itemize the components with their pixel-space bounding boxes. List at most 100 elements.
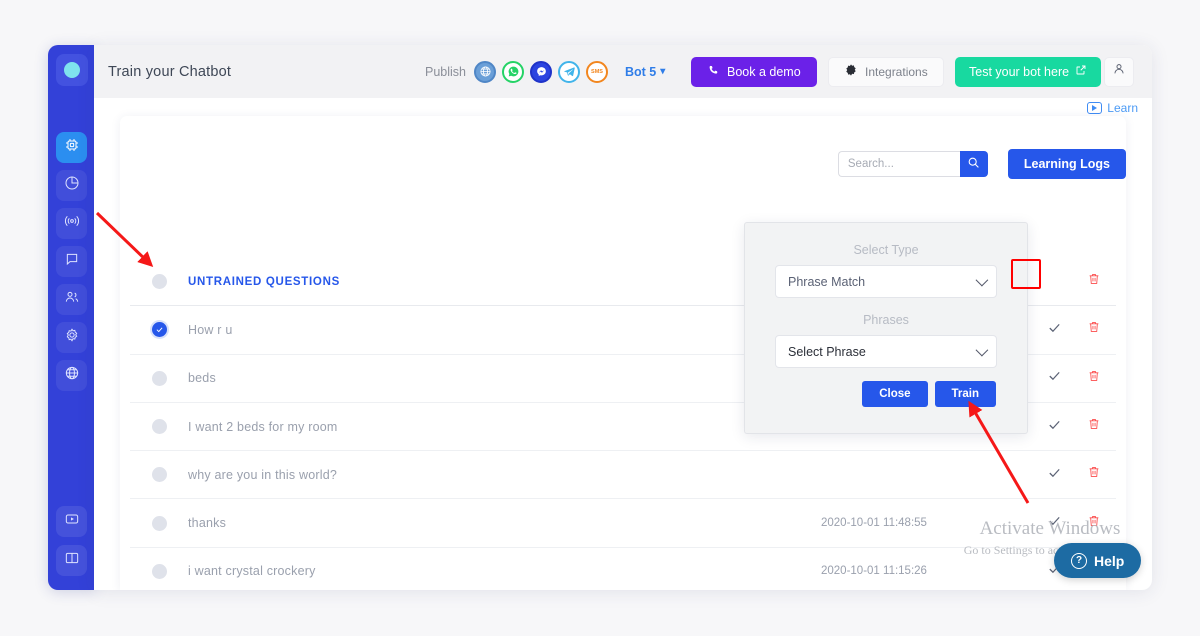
search-button[interactable] — [959, 151, 988, 177]
row-question: i want crystal crockery — [188, 564, 316, 579]
video-icon — [64, 511, 80, 532]
check-icon — [1047, 513, 1062, 533]
train-button[interactable]: Train — [934, 381, 996, 407]
row-select-cell — [130, 370, 188, 386]
sidebar-item-channels[interactable] — [56, 360, 87, 391]
phone-icon — [707, 64, 720, 80]
check-icon — [1047, 320, 1062, 340]
select-phrase-value: Select Phrase — [788, 344, 866, 359]
page-title: Train your Chatbot — [108, 63, 232, 80]
row-question: thanks — [188, 516, 227, 531]
globe-icon — [64, 365, 80, 386]
chevron-down-icon — [975, 273, 989, 287]
publish-group: Publish SMS — [425, 60, 608, 83]
row-checkbox[interactable] — [151, 563, 167, 579]
search-icon — [967, 156, 980, 172]
external-link-icon — [1075, 64, 1087, 79]
bot-selector-label: Bot 5 — [625, 64, 657, 79]
trash-icon — [1087, 464, 1101, 485]
integrations-button[interactable]: Integrations — [828, 56, 944, 87]
row-delete-button[interactable] — [1072, 416, 1116, 437]
row-question: beds — [188, 371, 216, 386]
trash-icon — [1087, 271, 1101, 292]
topbar: Train your Chatbot Publish SMS Bot 5 ▾ B… — [94, 45, 1152, 98]
select-type-dropdown[interactable]: Phrase Match — [775, 265, 997, 298]
check-icon — [1047, 368, 1062, 388]
sidebar-item-train[interactable] — [56, 132, 87, 163]
users-icon — [64, 289, 80, 310]
trash-icon — [1087, 319, 1101, 340]
table-row[interactable]: thanks 2020-10-01 11:48:55 — [130, 499, 1116, 548]
sidebar-item-contacts[interactable] — [56, 284, 87, 315]
row-select-cell — [130, 322, 188, 338]
book-demo-button[interactable]: Book a demo — [691, 56, 817, 87]
sidebar-item-docs[interactable] — [56, 545, 87, 576]
user-icon — [1112, 62, 1126, 81]
row-select-cell — [130, 515, 188, 531]
gear-icon — [844, 63, 858, 80]
messenger-icon[interactable] — [530, 60, 552, 83]
row-train-button[interactable] — [1036, 320, 1072, 340]
row-checkbox[interactable] — [151, 370, 167, 386]
header-questions: UNTRAINED QUESTIONS — [188, 275, 340, 288]
row-train-button[interactable] — [1036, 465, 1072, 485]
row-checkbox[interactable] — [151, 419, 167, 435]
row-delete-button[interactable] — [1072, 319, 1116, 340]
sidebar-item-videos[interactable] — [56, 506, 87, 537]
sidebar-item-settings[interactable] — [56, 322, 87, 353]
chatbot-logo[interactable] — [55, 54, 88, 86]
panel-toolbar: Learning Logs — [837, 149, 1126, 179]
table-row[interactable]: i want crystal crockery 2020-10-01 11:15… — [130, 548, 1116, 590]
help-button[interactable]: ? Help — [1054, 543, 1142, 578]
header-delete[interactable] — [1072, 271, 1116, 292]
row-train-button[interactable] — [1036, 368, 1072, 388]
row-delete-button[interactable] — [1072, 464, 1116, 485]
sms-label: SMS — [591, 68, 603, 75]
select-all-bullet[interactable] — [151, 274, 167, 290]
select-type-value: Phrase Match — [788, 274, 866, 289]
bot-selector[interactable]: Bot 5 ▾ — [625, 65, 665, 79]
row-question: I want 2 beds for my room — [188, 419, 338, 434]
row-checkbox[interactable] — [151, 515, 167, 531]
test-bot-button[interactable]: Test your bot here — [955, 56, 1102, 87]
search-input[interactable] — [837, 151, 960, 177]
row-train-button[interactable] — [1036, 513, 1072, 533]
chevron-down-icon: ▾ — [660, 66, 666, 77]
telegram-icon[interactable] — [558, 60, 580, 83]
cpu-chip-icon — [64, 137, 80, 158]
publish-label: Publish — [425, 64, 466, 79]
sidebar-item-analytics[interactable] — [56, 170, 87, 201]
sms-icon[interactable]: SMS — [586, 60, 608, 83]
chat-icon — [64, 251, 80, 272]
broadcast-icon — [64, 213, 80, 234]
row-delete-button[interactable] — [1072, 368, 1116, 389]
sidebar-item-messages[interactable] — [56, 246, 87, 277]
learn-link[interactable]: Learn — [1087, 101, 1138, 115]
row-checkbox[interactable] — [151, 467, 167, 483]
close-button[interactable]: Close — [862, 381, 928, 407]
train-modal: Select Type Phrase Match Phrases Select … — [744, 222, 1028, 434]
sidebar-item-broadcast[interactable] — [56, 208, 87, 239]
sidebar-bottom-nav — [56, 506, 87, 576]
table-row[interactable]: why are you in this world? — [130, 451, 1116, 500]
website-icon[interactable] — [474, 60, 496, 83]
row-train-button[interactable] — [1036, 417, 1072, 437]
select-phrase-dropdown[interactable]: Select Phrase — [775, 335, 997, 368]
check-icon — [1047, 465, 1062, 485]
trash-icon — [1087, 416, 1101, 437]
row-question: why are you in this world? — [188, 467, 338, 482]
question-mark-icon: ? — [1071, 552, 1087, 569]
row-question: How r u — [188, 322, 233, 337]
phrases-label: Phrases — [863, 313, 909, 327]
select-type-label: Select Type — [853, 243, 919, 257]
learn-label: Learn — [1107, 101, 1138, 115]
learning-logs-button[interactable]: Learning Logs — [1007, 149, 1126, 179]
whatsapp-icon[interactable] — [502, 60, 524, 83]
row-checkbox[interactable] — [151, 322, 167, 338]
app-root: Train your Chatbot Publish SMS Bot 5 ▾ B… — [0, 0, 1200, 636]
check-icon — [1047, 417, 1062, 437]
publish-channel-icons: SMS — [474, 60, 608, 83]
user-account-button[interactable] — [1104, 56, 1134, 87]
row-delete-button[interactable] — [1072, 513, 1116, 534]
book-icon — [64, 550, 80, 571]
